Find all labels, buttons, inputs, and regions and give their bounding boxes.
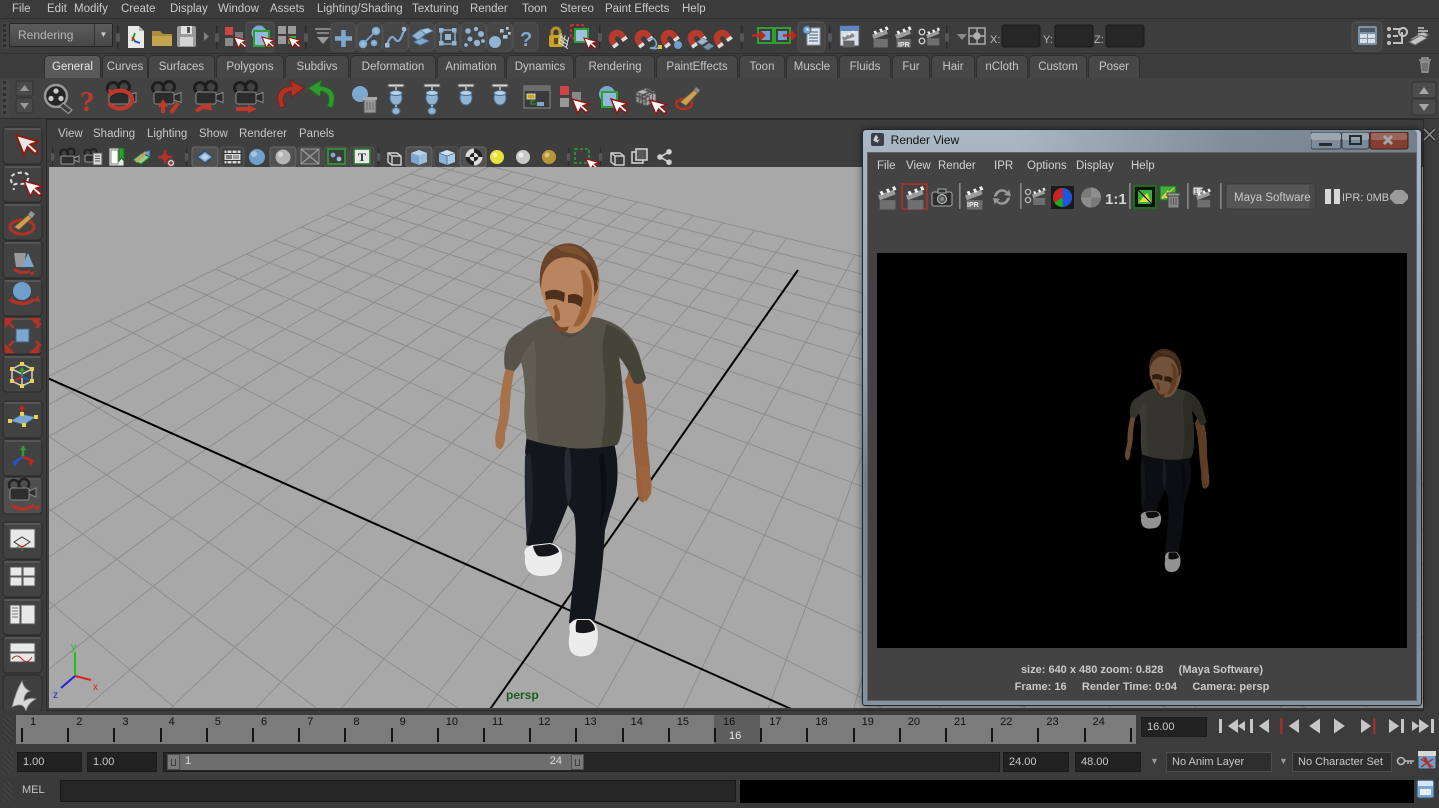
svg-text:x: x xyxy=(93,682,98,693)
svg-text:Maya Software: Maya Software xyxy=(1234,192,1311,204)
svg-text:X:: X: xyxy=(990,34,1000,46)
svg-text:Z:: Z: xyxy=(1094,34,1104,46)
svg-text:T: T xyxy=(358,150,366,164)
svg-text:IPR: IPR xyxy=(967,202,979,209)
svg-text:z: z xyxy=(53,690,58,701)
svg-text:?: ? xyxy=(520,29,532,51)
svg-text:?: ? xyxy=(80,86,95,118)
svg-text:1:1: 1:1 xyxy=(1105,191,1127,208)
svg-text:IPR: IPR xyxy=(898,42,910,49)
svg-text:y: y xyxy=(71,642,76,653)
svg-text:IPR: 0MB: IPR: 0MB xyxy=(1342,192,1389,204)
svg-text:Y:: Y: xyxy=(1043,34,1053,46)
